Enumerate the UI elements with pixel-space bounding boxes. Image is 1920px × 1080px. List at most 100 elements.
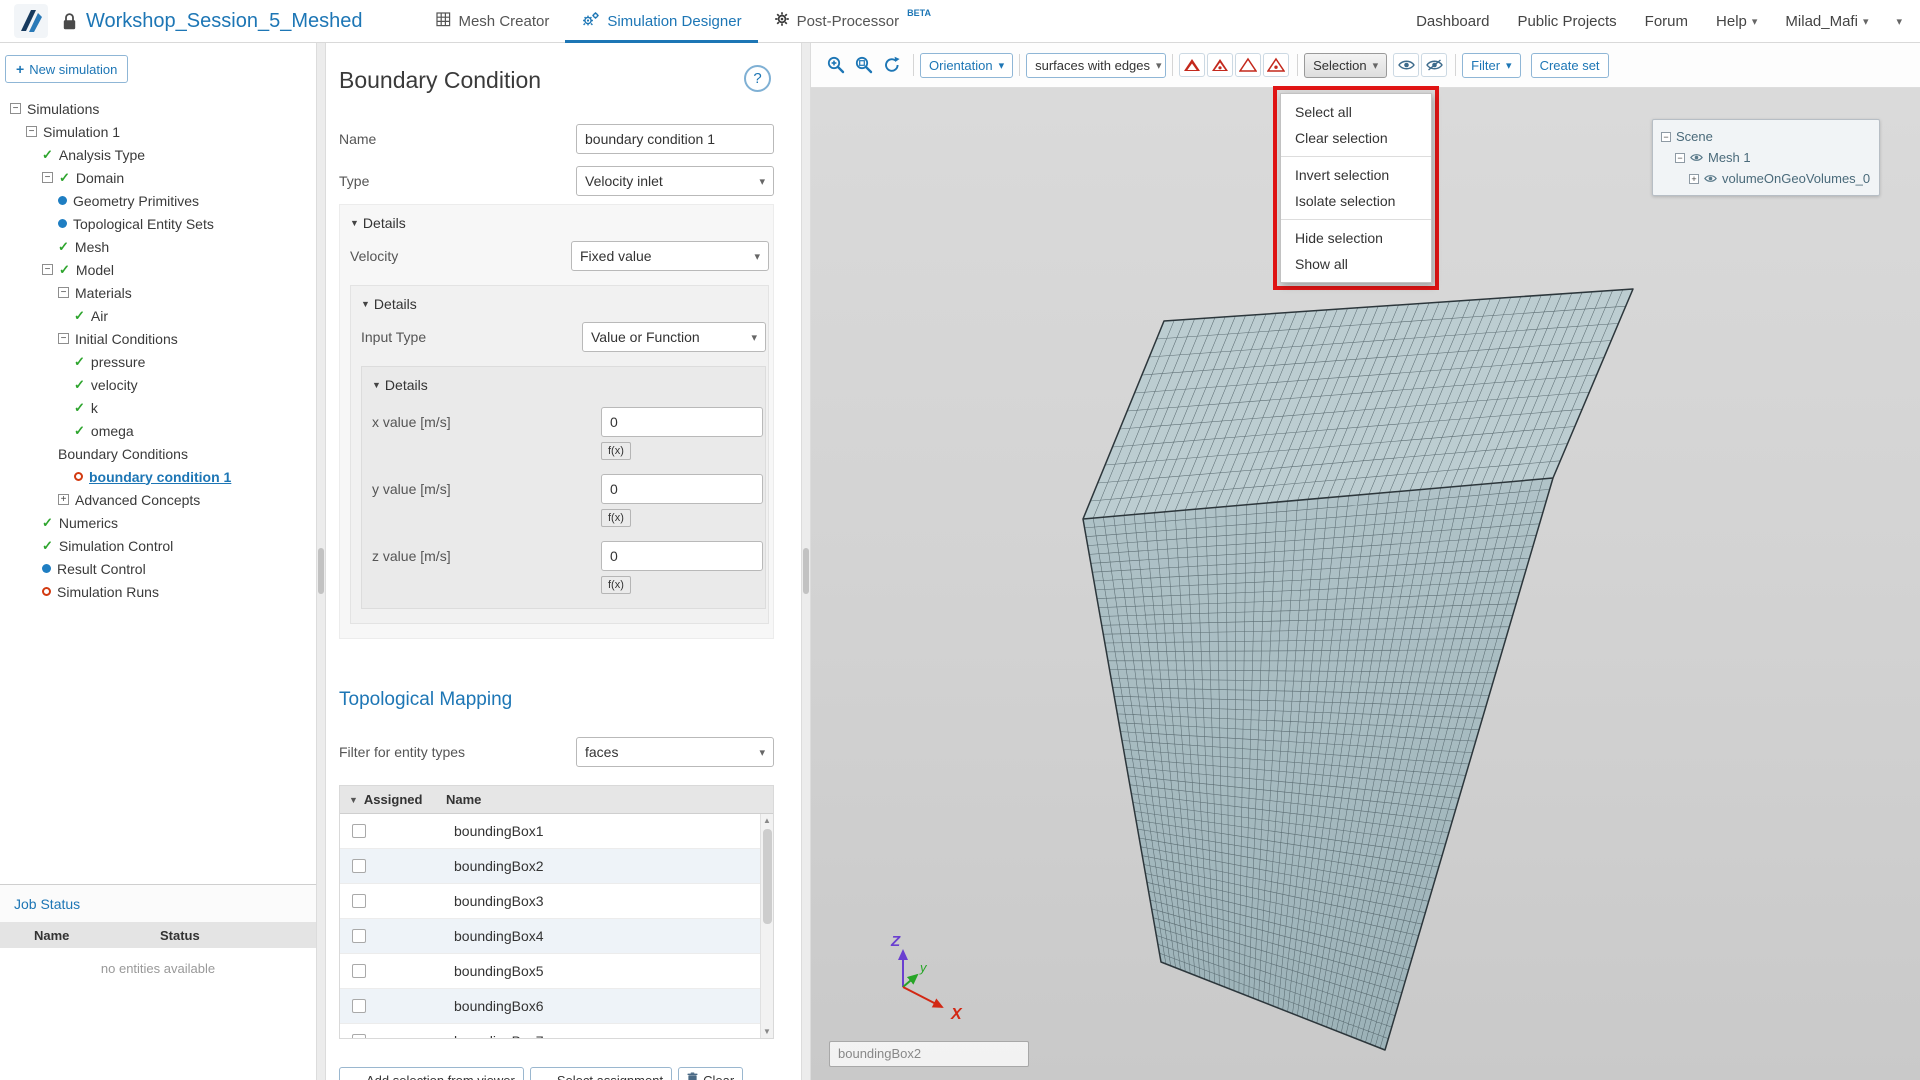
tree-item-geometry-primitives[interactable]: Geometry Primitives: [0, 189, 316, 212]
clear-button[interactable]: Clear: [678, 1067, 743, 1080]
collapse-icon[interactable]: −: [26, 126, 37, 137]
tab-post-processor[interactable]: Post-Processor BETA: [758, 0, 947, 43]
scene-node-scene[interactable]: −Scene: [1661, 126, 1871, 147]
tree-item-velocity[interactable]: ✓velocity: [0, 373, 316, 396]
mesh-quality-toggle-1[interactable]: [1179, 53, 1205, 77]
velocity-select[interactable]: Fixed value▾: [571, 241, 769, 271]
z-value-input[interactable]: [601, 541, 763, 571]
tab-simulation-designer[interactable]: Simulation Designer: [565, 0, 757, 43]
filter-dropdown[interactable]: Filter▾: [1462, 53, 1520, 78]
expand-icon[interactable]: +: [58, 494, 69, 505]
scroll-up-icon[interactable]: ▲: [761, 816, 773, 825]
assigned-checkbox[interactable]: [352, 964, 366, 978]
tree-item-model[interactable]: −✓Model: [0, 258, 316, 281]
splitter-grip[interactable]: [318, 548, 324, 594]
tree-item-simulation-runs[interactable]: Simulation Runs: [0, 580, 316, 603]
zoom-window-button[interactable]: [851, 53, 877, 77]
z-fx-button[interactable]: f(x): [601, 576, 631, 594]
x-fx-button[interactable]: f(x): [601, 442, 631, 460]
zoom-in-button[interactable]: [823, 53, 849, 77]
assigned-checkbox[interactable]: [352, 929, 366, 943]
x-value-input[interactable]: [601, 407, 763, 437]
menu-item-clear-selection[interactable]: Clear selection: [1281, 125, 1431, 151]
tree-item-simulations[interactable]: −Simulations: [0, 97, 316, 120]
reset-view-button[interactable]: [879, 53, 905, 77]
orientation-dropdown[interactable]: Orientation▾: [920, 53, 1013, 78]
help-button[interactable]: ?: [744, 65, 771, 92]
menu-item-invert-selection[interactable]: Invert selection: [1281, 162, 1431, 188]
tree-item-initial-conditions[interactable]: −Initial Conditions: [0, 327, 316, 350]
menu-item-hide-selection[interactable]: Hide selection: [1281, 225, 1431, 251]
tree-item-advanced-concepts[interactable]: +Advanced Concepts: [0, 488, 316, 511]
column-header-name[interactable]: Name: [446, 792, 481, 807]
tree-item-k[interactable]: ✓k: [0, 396, 316, 419]
visibility-eye-icon[interactable]: [1704, 174, 1717, 183]
panel-collapse-chevron[interactable]: ▾: [1896, 15, 1902, 28]
add-selection-from-viewer-button[interactable]: ← Add selection from viewer: [339, 1067, 524, 1080]
assigned-checkbox[interactable]: [352, 824, 366, 838]
mesh-quality-toggle-4[interactable]: [1263, 53, 1289, 77]
collapse-icon[interactable]: −: [42, 172, 53, 183]
tree-item-pressure[interactable]: ✓pressure: [0, 350, 316, 373]
simscale-logo[interactable]: [14, 4, 48, 38]
tree-item-numerics[interactable]: ✓Numerics: [0, 511, 316, 534]
user-menu[interactable]: Milad_Mafi▾: [1785, 13, 1868, 30]
table-row-boundingbox6[interactable]: boundingBox6: [340, 989, 773, 1024]
tree-item-materials[interactable]: −Materials: [0, 281, 316, 304]
mesh-quality-toggle-3[interactable]: [1235, 53, 1261, 77]
menu-item-show-all[interactable]: Show all: [1281, 251, 1431, 277]
tree-item-domain[interactable]: −✓Domain: [0, 166, 316, 189]
scene-node-mesh-1[interactable]: −Mesh 1: [1675, 147, 1871, 168]
visibility-eye-icon[interactable]: [1690, 153, 1703, 162]
scroll-down-icon[interactable]: ▼: [761, 1027, 773, 1036]
tree-item-simulation-1[interactable]: −Simulation 1: [0, 120, 316, 143]
nav-public-projects[interactable]: Public Projects: [1517, 13, 1616, 30]
nav-forum[interactable]: Forum: [1645, 13, 1688, 30]
nav-help[interactable]: Help▾: [1716, 13, 1757, 30]
type-select[interactable]: Velocity inlet▾: [576, 166, 774, 196]
hide-eye-button[interactable]: [1421, 53, 1447, 77]
table-row-boundingbox5[interactable]: boundingBox5: [340, 954, 773, 989]
table-row-boundingbox4[interactable]: boundingBox4: [340, 919, 773, 954]
collapse-icon[interactable]: −: [58, 333, 69, 344]
details-toggle[interactable]: ▼Details: [372, 377, 763, 393]
assigned-checkbox[interactable]: [352, 999, 366, 1013]
collapse-icon[interactable]: −: [42, 264, 53, 275]
table-row-boundingbox3[interactable]: boundingBox3: [340, 884, 773, 919]
selection-dropdown[interactable]: Selection▾: [1304, 53, 1387, 78]
create-set-button[interactable]: Create set: [1531, 53, 1609, 78]
select-assignment-button[interactable]: → Select assignment: [530, 1067, 672, 1080]
new-simulation-button[interactable]: + New simulation: [5, 55, 128, 83]
input-type-select[interactable]: Value or Function▾: [582, 322, 766, 352]
tree-item-omega[interactable]: ✓omega: [0, 419, 316, 442]
table-scrollbar[interactable]: ▲ ▼: [760, 814, 773, 1038]
assigned-checkbox[interactable]: [352, 1034, 366, 1038]
tree-item-air[interactable]: ✓Air: [0, 304, 316, 327]
details-toggle[interactable]: ▼Details: [350, 215, 769, 231]
nav-dashboard[interactable]: Dashboard: [1416, 13, 1489, 30]
y-fx-button[interactable]: f(x): [601, 509, 631, 527]
tree-item-topological-entity-sets[interactable]: Topological Entity Sets: [0, 212, 316, 235]
table-row-boundingbox2[interactable]: boundingBox2: [340, 849, 773, 884]
name-input[interactable]: [576, 124, 774, 154]
assigned-checkbox[interactable]: [352, 894, 366, 908]
tree-item-mesh[interactable]: ✓Mesh: [0, 235, 316, 258]
tree-item-result-control[interactable]: Result Control: [0, 557, 316, 580]
collapse-icon[interactable]: −: [10, 103, 21, 114]
menu-item-isolate-selection[interactable]: Isolate selection: [1281, 188, 1431, 214]
scrollbar-thumb[interactable]: [763, 829, 772, 924]
tab-mesh-creator[interactable]: Mesh Creator: [420, 0, 565, 43]
scene-node-volumeongeovolumes-0[interactable]: +volumeOnGeoVolumes_0: [1689, 168, 1871, 189]
column-header-assigned[interactable]: ▼ Assigned: [340, 792, 446, 807]
collapse-icon[interactable]: −: [1675, 153, 1685, 163]
details-toggle[interactable]: ▼Details: [361, 296, 766, 312]
show-all-eye-button[interactable]: [1393, 53, 1419, 77]
collapse-icon[interactable]: −: [1661, 132, 1671, 142]
sidebar-splitter[interactable]: [316, 43, 326, 1080]
expand-icon[interactable]: +: [1689, 174, 1699, 184]
tree-item-analysis-type[interactable]: ✓Analysis Type: [0, 143, 316, 166]
table-row-boundingbox1[interactable]: boundingBox1: [340, 814, 773, 849]
tree-item-boundary-conditions[interactable]: Boundary Conditions: [0, 442, 316, 465]
y-value-input[interactable]: [601, 474, 763, 504]
mesh-quality-toggle-2[interactable]: [1207, 53, 1233, 77]
